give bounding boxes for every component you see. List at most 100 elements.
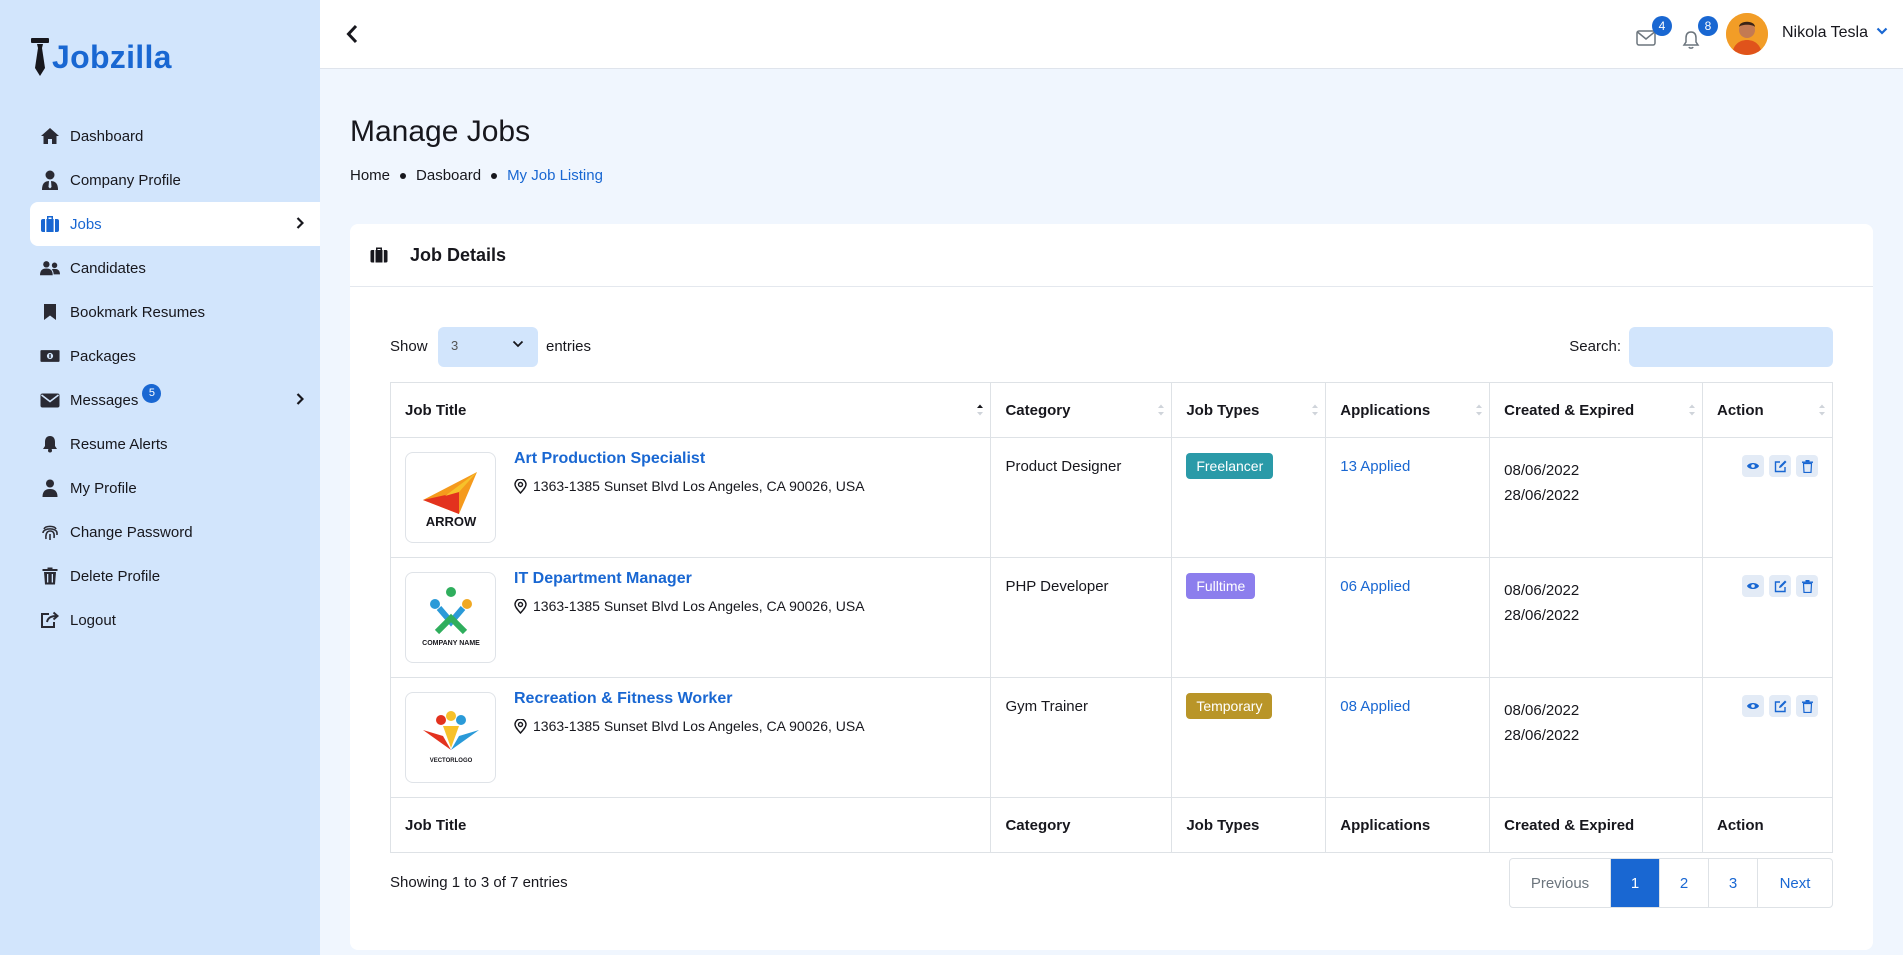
avatar[interactable] [1726,13,1768,55]
sidebar-item-logout[interactable]: Logout [30,598,320,642]
job-location-text: 1363-1385 Sunset Blvd Los Angeles, CA 90… [533,598,865,614]
sidebar-item-jobs[interactable]: Jobs [30,202,320,246]
edit-button[interactable] [1769,575,1791,597]
svg-text:ARROW: ARROW [425,514,476,529]
sidebar-item-company-profile[interactable]: Company Profile [30,158,320,202]
page-button-2[interactable]: 2 [1659,859,1708,907]
brand-name: Jobzilla [52,38,172,75]
created-date: 08/06/2022 [1504,582,1580,599]
search-input[interactable] [1629,327,1833,367]
svg-text:COMPANY NAME: COMPANY NAME [422,640,480,647]
sidebar-item-label: Resume Alerts [70,435,168,453]
job-title-link[interactable]: IT Department Manager [514,570,865,588]
sidebar-item-label: Dashboard [70,127,144,145]
jobs-table: Job Title Category Job Types Application… [389,382,1833,853]
next-page-button[interactable]: Next [1757,859,1832,907]
sidebar-nav: Dashboard Company Profile Jobs Candidate… [30,114,320,642]
collapse-sidebar-button[interactable] [340,22,364,46]
column-header-job-types[interactable]: Job Types [1171,382,1327,438]
column-header-action[interactable]: Action [1702,382,1833,438]
sidebar-item-bookmark-resumes[interactable]: Bookmark Resumes [30,290,320,334]
applications-link[interactable]: 13 Applied [1340,458,1475,475]
delete-button[interactable] [1796,455,1818,477]
column-header-applications[interactable]: Applications [1325,382,1491,438]
delete-button[interactable] [1796,695,1818,717]
expired-date: 28/06/2022 [1504,487,1580,504]
users-icon [40,258,60,278]
job-location-text: 1363-1385 Sunset Blvd Los Angeles, CA 90… [533,718,865,734]
view-button[interactable] [1742,575,1764,597]
sidebar-item-resume-alerts[interactable]: Resume Alerts [30,422,320,466]
entries-per-page-value: 3 [451,338,459,353]
search-label: Search: [1569,338,1621,355]
edit-icon [1774,700,1786,712]
job-location: 1363-1385 Sunset Blvd Los Angeles, CA 90… [514,718,865,734]
view-button[interactable] [1742,695,1764,717]
job-category: PHP Developer [1005,578,1109,595]
sidebar-item-candidates[interactable]: Candidates [30,246,320,290]
briefcase-icon [40,214,60,234]
entries-per-page-select[interactable]: 3 [438,327,538,367]
column-header-job-title[interactable]: Job Title [389,382,992,438]
footer-header-created-expired: Created & Expired [1489,797,1703,853]
job-details-card: Job Details Show 3 entries Search: Job T… [350,224,1873,950]
sort-icon [1312,404,1319,416]
sidebar-item-my-profile[interactable]: My Profile [30,466,320,510]
breadcrumb-separator [400,172,407,179]
page-button-3[interactable]: 3 [1708,859,1757,907]
brand-logo[interactable]: Jobzilla [30,36,172,78]
footer-header-job-title: Job Title [389,797,992,853]
card-header: Job Details [350,224,1873,287]
sort-icon [1819,404,1825,416]
view-button[interactable] [1742,455,1764,477]
sidebar-item-dashboard[interactable]: Dashboard [30,114,320,158]
applications-link[interactable]: 06 Applied [1340,578,1475,595]
breadcrumb-dashboard[interactable]: Dasboard [416,167,481,184]
table-footer-row: Job Title Category Job Types Application… [389,797,1833,853]
sidebar-item-change-password[interactable]: Change Password [30,510,320,554]
page-button-1[interactable]: 1 [1610,859,1659,907]
notifications-count-badge: 8 [1698,16,1718,36]
trash-icon [40,566,60,586]
applications-link[interactable]: 08 Applied [1340,698,1475,715]
edit-button[interactable] [1769,695,1791,717]
user-icon [40,478,60,498]
messages-button[interactable]: 4 [1636,16,1672,54]
column-header-created-expired[interactable]: Created & Expired [1489,382,1703,438]
chevron-down-icon[interactable] [1876,27,1888,35]
sidebar-item-label: My Profile [70,479,137,497]
sidebar-item-delete-profile[interactable]: Delete Profile [30,554,320,598]
sort-icon [1476,404,1483,416]
job-category: Product Designer [1005,458,1122,475]
delete-button[interactable] [1796,575,1818,597]
created-date: 08/06/2022 [1504,702,1580,719]
sidebar-item-messages[interactable]: Messages 5 [30,378,320,422]
company-logo: ARROW [405,452,496,543]
column-header-category[interactable]: Category [990,382,1173,438]
bookmark-icon [40,302,60,322]
job-title-link[interactable]: Recreation & Fitness Worker [514,690,865,708]
user-name[interactable]: Nikola Tesla [1782,24,1868,42]
table-info: Showing 1 to 3 of 7 entries [390,874,568,891]
expired-date: 28/06/2022 [1504,607,1580,624]
company-logo: VECTORLOGO [405,692,496,783]
sort-icon [1689,404,1695,416]
eye-icon [1747,583,1759,589]
notifications-button[interactable]: 8 [1682,16,1718,54]
job-category: Gym Trainer [1005,698,1088,715]
sidebar-item-packages[interactable]: Packages [30,334,320,378]
sidebar-item-label: Delete Profile [70,567,161,585]
home-icon [40,126,60,146]
svg-text:VECTORLOGO: VECTORLOGO [429,758,472,764]
sidebar-item-label: Bookmark Resumes [70,303,206,321]
envelope-outline-icon [1636,30,1656,46]
job-title-link[interactable]: Art Production Specialist [514,450,865,468]
previous-page-button[interactable]: Previous [1510,859,1610,907]
table-controls: Show 3 entries Search: [390,327,1833,367]
edit-button[interactable] [1769,455,1791,477]
sidebar-item-label: Packages [70,347,136,365]
breadcrumb-home[interactable]: Home [350,167,390,184]
messages-count-badge: 4 [1652,16,1672,36]
job-location: 1363-1385 Sunset Blvd Los Angeles, CA 90… [514,478,865,494]
chevron-left-icon [346,24,358,44]
